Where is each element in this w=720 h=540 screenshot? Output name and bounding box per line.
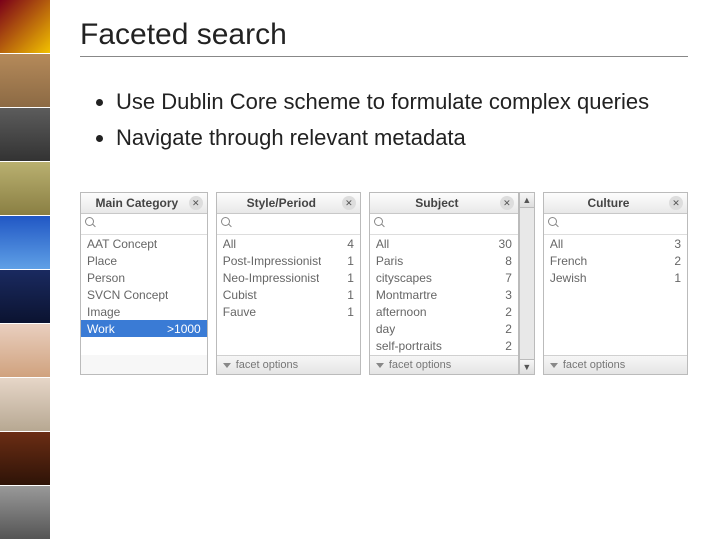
facet-item[interactable]: Neo-Impressionist1 (217, 269, 360, 286)
chevron-down-icon (376, 363, 384, 368)
bullet-list: Use Dublin Core scheme to formulate comp… (80, 87, 688, 152)
panel-body: AAT Concept Place Person SVCN Concept Im… (81, 235, 207, 355)
panel-header: Subject ✕ (370, 193, 518, 214)
panel-title: Culture (548, 196, 669, 210)
panel-title: Style/Period (221, 196, 342, 210)
facet-item[interactable]: Cubist1 (217, 286, 360, 303)
panel-header: Main Category ✕ (81, 193, 207, 214)
facet-item-selected[interactable]: Work>1000 (81, 320, 207, 337)
facet-item[interactable]: day2 (370, 320, 518, 337)
facet-item[interactable]: Post-Impressionist1 (217, 252, 360, 269)
close-icon[interactable]: ✕ (342, 196, 356, 210)
thumbnail (0, 0, 50, 54)
facet-item[interactable]: SVCN Concept (81, 286, 207, 303)
facet-options[interactable]: facet options (544, 355, 687, 374)
scroll-down-button[interactable]: ▼ (519, 359, 535, 375)
facet-item[interactable]: cityscapes7 (370, 269, 518, 286)
bullet-item: Use Dublin Core scheme to formulate comp… (116, 87, 688, 117)
facet-item[interactable]: AAT Concept (81, 235, 207, 252)
facet-item[interactable]: All3 (544, 235, 687, 252)
panel-body: All4 Post-Impressionist1 Neo-Impressioni… (217, 235, 360, 355)
facet-item[interactable]: Montmartre3 (370, 286, 518, 303)
search-icon (548, 217, 559, 228)
panel-culture: Culture ✕ All3 French2 Jewish1 facet opt… (543, 192, 688, 375)
thumbnail (0, 108, 50, 162)
chevron-down-icon (550, 363, 558, 368)
thumbnail (0, 378, 50, 432)
facet-item[interactable]: afternoon2 (370, 303, 518, 320)
facet-item[interactable]: Fauve1 (217, 303, 360, 320)
thumbnail (0, 270, 50, 324)
facet-item[interactable]: self-portraits2 (370, 337, 518, 354)
facet-item[interactable]: Paris8 (370, 252, 518, 269)
close-icon[interactable]: ✕ (669, 196, 683, 210)
thumbnail (0, 486, 50, 540)
facet-options[interactable]: facet options (370, 355, 518, 374)
facet-item[interactable]: Person (81, 269, 207, 286)
facet-item[interactable]: French2 (544, 252, 687, 269)
facet-item[interactable]: Jewish1 (544, 269, 687, 286)
panel-style-period: Style/Period ✕ All4 Post-Impressionist1 … (216, 192, 361, 375)
search-icon (221, 217, 232, 228)
facet-item[interactable]: All4 (217, 235, 360, 252)
panel-main-category: Main Category ✕ AAT Concept Place Person… (80, 192, 208, 375)
panel-header: Culture ✕ (544, 193, 687, 214)
thumbnail (0, 216, 50, 270)
close-icon[interactable]: ✕ (500, 196, 514, 210)
panel-search[interactable] (544, 214, 687, 235)
panel-header: Style/Period ✕ (217, 193, 360, 214)
close-icon[interactable]: ✕ (189, 196, 203, 210)
panel-subject: Subject ✕ All30 Paris8 cityscapes7 Montm… (369, 192, 519, 375)
scroll-up-button[interactable]: ▲ (519, 192, 535, 208)
chevron-down-icon (223, 363, 231, 368)
thumbnail (0, 54, 50, 108)
thumbnail-strip (0, 0, 50, 540)
panel-search[interactable] (217, 214, 360, 235)
facet-item[interactable]: Image (81, 303, 207, 320)
thumbnail (0, 432, 50, 486)
panel-search[interactable] (370, 214, 518, 235)
facet-item[interactable]: Place (81, 252, 207, 269)
panel-title: Subject (374, 196, 500, 210)
facet-empty (544, 286, 687, 354)
bullet-item: Navigate through relevant metadata (116, 123, 688, 153)
facet-options[interactable]: facet options (217, 355, 360, 374)
facet-panels: Main Category ✕ AAT Concept Place Person… (80, 192, 688, 375)
facet-item[interactable]: All30 (370, 235, 518, 252)
panel-body: All3 French2 Jewish1 (544, 235, 687, 355)
panel-search[interactable] (81, 214, 207, 235)
page-title: Faceted search (80, 18, 688, 57)
thumbnail (0, 324, 50, 378)
search-icon (374, 217, 385, 228)
panel-body: All30 Paris8 cityscapes7 Montmartre3 aft… (370, 235, 518, 355)
panel-title: Main Category (85, 196, 189, 210)
thumbnail (0, 162, 50, 216)
search-icon (85, 217, 96, 228)
scroll-track[interactable] (519, 208, 535, 359)
scrollbar[interactable]: ▲ ▼ (519, 192, 535, 375)
